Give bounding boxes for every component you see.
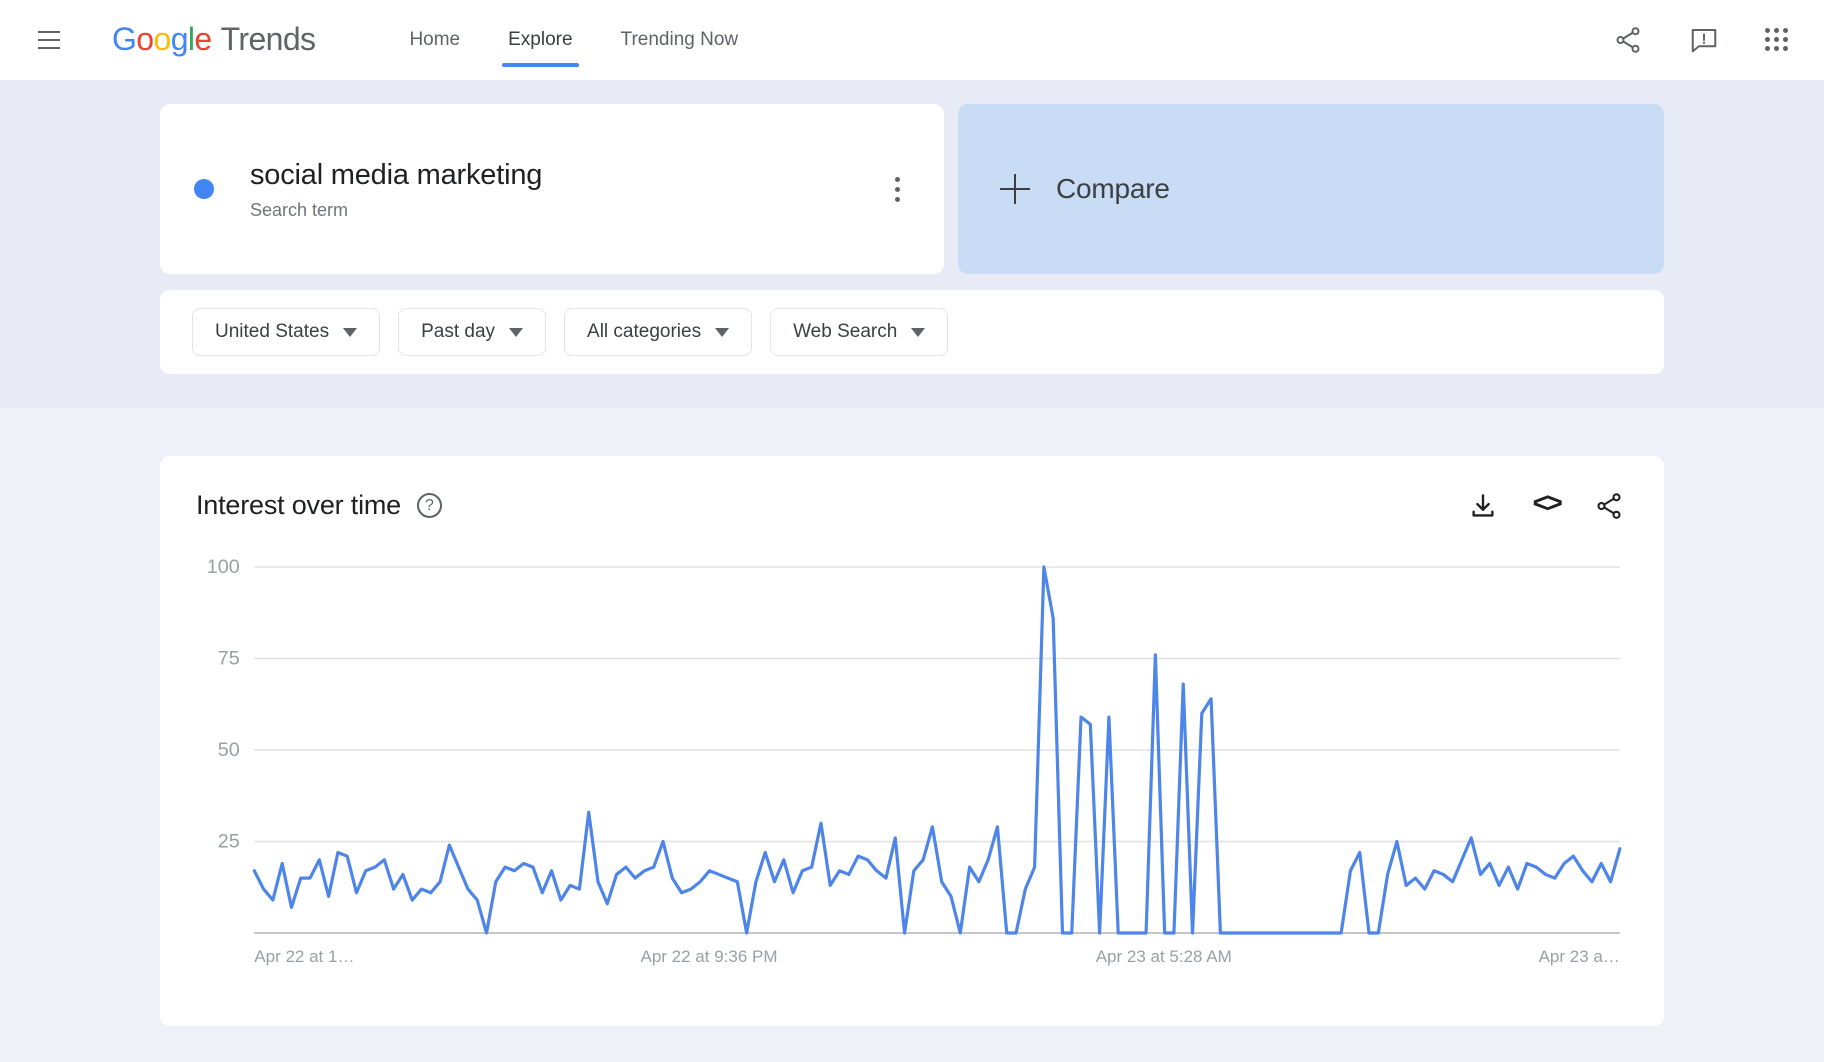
apps-dot [1783, 46, 1788, 51]
query-section: social media marketing Search term Compa… [0, 80, 1824, 408]
app-header: Google Trends Home Explore Trending Now [0, 0, 1824, 80]
chevron-down-icon [343, 327, 358, 337]
hamburger-icon[interactable] [30, 21, 68, 59]
google-trends-logo[interactable]: Google Trends [112, 21, 316, 58]
kebab-dot [895, 196, 900, 202]
category-filter[interactable]: All categories [564, 308, 753, 356]
location-filter[interactable]: United States [192, 308, 381, 356]
apps-dot [1774, 37, 1779, 42]
search-term-label: social media marketing [250, 158, 543, 191]
search-type-filter-label: Web Search [793, 321, 898, 342]
download-icon[interactable] [1468, 491, 1498, 521]
kebab-dot [895, 176, 900, 182]
apps-dot [1765, 46, 1770, 51]
page-title: Interest over time [196, 490, 401, 520]
apps-grid-icon[interactable] [1765, 28, 1788, 51]
hamburger-bar [38, 38, 60, 41]
main-nav: Home Explore Trending Now [385, 0, 762, 80]
header-actions [1613, 25, 1800, 55]
compare-label: Compare [1056, 173, 1170, 204]
interest-over-time-card: Interest over time ? <> 25 50 75 100 Apr… [160, 456, 1664, 1026]
apps-dot [1765, 37, 1770, 42]
series-color-dot [194, 179, 214, 199]
chart-svg: 25 50 75 100 [207, 556, 1624, 975]
x-axis-tick-label: Apr 22 at 9:36 PM [640, 947, 778, 966]
chart-section: Interest over time ? <> 25 50 75 100 Apr… [0, 408, 1824, 1062]
time-range-filter-label: Past day [421, 321, 496, 342]
apps-dot [1765, 28, 1770, 33]
hamburger-bar [38, 46, 60, 49]
apps-dot [1774, 46, 1779, 51]
apps-dot [1783, 37, 1788, 42]
embed-icon[interactable]: <> [1532, 490, 1563, 521]
search-term-texts: social media marketing Search term [250, 157, 542, 221]
kebab-dot [895, 186, 900, 192]
chart-header: Interest over time ? <> [196, 490, 1624, 521]
chevron-down-icon [715, 327, 730, 337]
y-axis-tick-label: 75 [218, 648, 240, 670]
nav-item-trending-now[interactable]: Trending Now [597, 0, 763, 80]
interest-over-time-plot: 25 50 75 100 Apr 22 at 1… Apr 22 at 9:36 PM A… [196, 555, 1624, 975]
hamburger-bar [38, 30, 60, 33]
x-axis-tick-label: Apr 23 a… [1538, 947, 1620, 966]
time-range-filter[interactable]: Past day [398, 308, 547, 356]
query-cards-row: social media marketing Search term Compa… [0, 104, 1824, 274]
y-axis-tick-label: 50 [218, 739, 240, 761]
y-axis-tick-label: 25 [218, 831, 240, 853]
x-axis-tick-label: Apr 22 at 1… [254, 947, 355, 966]
location-filter-label: United States [215, 321, 330, 342]
share-icon[interactable] [1594, 491, 1624, 521]
logo-letter-g: G [112, 21, 137, 57]
search-term-type: Search term [250, 200, 349, 221]
logo-letter-e: e [194, 21, 212, 57]
compare-button[interactable]: Compare [958, 104, 1664, 274]
x-axis-tick-label: Apr 23 at 5:28 AM [1095, 947, 1232, 966]
logo-letter-g2: g [170, 21, 189, 57]
search-term-card[interactable]: social media marketing Search term [160, 104, 944, 274]
apps-dot [1783, 28, 1788, 33]
logo-letter-o2: o [153, 21, 172, 57]
category-filter-label: All categories [587, 321, 702, 342]
filter-bar: United States Past day All categories We… [160, 290, 1664, 374]
more-options-icon[interactable] [887, 169, 908, 210]
y-axis-tick-label: 100 [207, 556, 240, 578]
nav-item-explore[interactable]: Explore [484, 0, 596, 80]
chevron-down-icon [911, 327, 926, 337]
feedback-icon[interactable] [1689, 25, 1719, 55]
logo-product-name: Trends [220, 21, 316, 57]
share-icon[interactable] [1613, 25, 1643, 55]
search-type-filter[interactable]: Web Search [770, 308, 949, 356]
plus-icon [1000, 174, 1030, 204]
help-icon[interactable]: ? [416, 493, 442, 518]
chart-toolbar: <> [1468, 490, 1624, 521]
apps-dot [1774, 28, 1779, 33]
nav-item-home[interactable]: Home [385, 0, 484, 80]
chevron-down-icon [509, 327, 524, 337]
logo-letter-o1: o [136, 21, 154, 57]
